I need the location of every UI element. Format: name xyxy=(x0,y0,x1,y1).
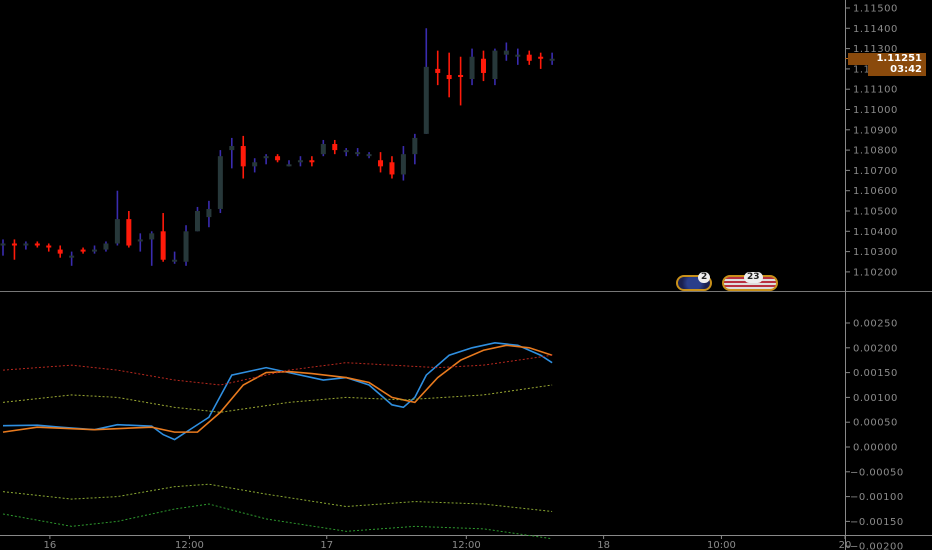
candle-body xyxy=(503,50,509,55)
event-count: 23 xyxy=(744,272,763,283)
event-count: 2 xyxy=(698,272,711,283)
candle-body xyxy=(366,154,372,157)
candle-body xyxy=(549,58,555,61)
candle-body xyxy=(492,50,498,80)
bar-countdown-label: 03:42 xyxy=(868,64,926,76)
candle-body xyxy=(23,243,29,246)
candle-body xyxy=(355,152,361,155)
indicator-line-lower-band xyxy=(2,503,553,540)
candle-body xyxy=(332,144,338,151)
candle-body xyxy=(137,239,143,242)
indicator-tick-label: −0.00050 xyxy=(850,467,904,478)
price-tick-label: 1.11500 xyxy=(853,4,898,15)
candle-body xyxy=(458,74,464,78)
candle-body xyxy=(423,66,429,134)
price-tick-label: 1.11000 xyxy=(853,105,898,116)
price-tick-label: 1.10900 xyxy=(853,125,898,136)
candle-body xyxy=(515,54,521,57)
price-tick-label: 1.10800 xyxy=(853,146,898,157)
candle-body xyxy=(217,156,223,209)
indicator-tick-label: 0.00200 xyxy=(853,343,898,354)
candle-body xyxy=(252,162,258,167)
price-tick-label: 1.10400 xyxy=(853,227,898,238)
candle-body xyxy=(206,208,212,218)
indicator-tick-label: 0.00050 xyxy=(853,418,898,429)
candle-body xyxy=(240,146,246,167)
indicator-line-signal xyxy=(2,344,553,433)
price-tick-label: 1.11400 xyxy=(853,24,898,35)
event-eu-flag[interactable]: 2 xyxy=(676,272,712,291)
candle-body xyxy=(343,150,349,153)
candle-body xyxy=(297,160,303,163)
time-tick-label: 17 xyxy=(320,540,333,550)
time-tick-label: 12:00 xyxy=(452,540,481,550)
candle-body xyxy=(446,74,452,80)
candle-body xyxy=(229,146,235,151)
candle-body xyxy=(194,211,200,232)
candle-body xyxy=(34,243,40,246)
candle-body xyxy=(46,245,52,248)
candle-body xyxy=(320,144,326,155)
indicator-tick-label: −0.00150 xyxy=(850,517,904,528)
candle-body xyxy=(0,243,6,246)
candle-body xyxy=(11,243,17,246)
indicator-line-lower-mid xyxy=(2,483,553,512)
time-tick-label: 20 xyxy=(839,540,852,550)
candle-body xyxy=(80,249,86,252)
candle-body xyxy=(538,56,544,59)
price-tick-label: 1.10700 xyxy=(853,166,898,177)
candles xyxy=(0,28,555,266)
time-tick-label: 18 xyxy=(597,540,610,550)
indicator-tick-label: −0.00100 xyxy=(850,492,904,503)
candle-body xyxy=(263,156,269,159)
event-us-flag[interactable]: 23 xyxy=(722,272,778,291)
candle-body xyxy=(103,243,109,250)
price-tick-label: 1.11100 xyxy=(853,85,898,96)
candle-body xyxy=(114,219,120,244)
candle-body xyxy=(378,160,384,167)
candle-body xyxy=(69,255,75,258)
candle-body xyxy=(149,233,155,240)
time-tick-label: 16 xyxy=(44,540,57,550)
indicator-tick-label: 0.00150 xyxy=(853,368,898,379)
candle-body xyxy=(92,249,98,252)
indicator-tick-label: 0.00250 xyxy=(853,319,898,330)
candle-body xyxy=(160,231,166,260)
candle-body xyxy=(275,156,281,161)
candle-body xyxy=(183,231,189,262)
candle-body xyxy=(400,154,406,175)
time-tick-label: 12:00 xyxy=(175,540,204,550)
indicator-tick-label: −0.00200 xyxy=(850,542,904,550)
price-tick-label: 1.10500 xyxy=(853,207,898,218)
price-tick-label: 1.10600 xyxy=(853,186,898,197)
indicator-line-upper-mid xyxy=(2,384,553,413)
candle-body xyxy=(435,68,441,73)
indicator-tick-label: 0.00000 xyxy=(853,443,898,454)
indicator-line-main xyxy=(2,342,553,441)
candle-body xyxy=(57,249,63,254)
candle-body xyxy=(469,56,475,80)
price-tick-label: 1.10200 xyxy=(853,267,898,278)
candle-body xyxy=(480,58,486,73)
candle-body xyxy=(389,162,395,175)
candle-body xyxy=(412,137,418,155)
candle-body xyxy=(172,259,178,262)
indicator-tick-label: 0.00100 xyxy=(853,393,898,404)
candle-body xyxy=(309,160,315,163)
candle-body xyxy=(526,54,532,61)
price-tick-label: 1.10300 xyxy=(853,247,898,258)
candle-body xyxy=(126,219,132,246)
candle-body xyxy=(286,164,292,167)
time-tick-label: 10:00 xyxy=(707,540,736,550)
chart-canvas[interactable]: 1.115001.114001.113001.112001.111001.110… xyxy=(0,0,932,550)
